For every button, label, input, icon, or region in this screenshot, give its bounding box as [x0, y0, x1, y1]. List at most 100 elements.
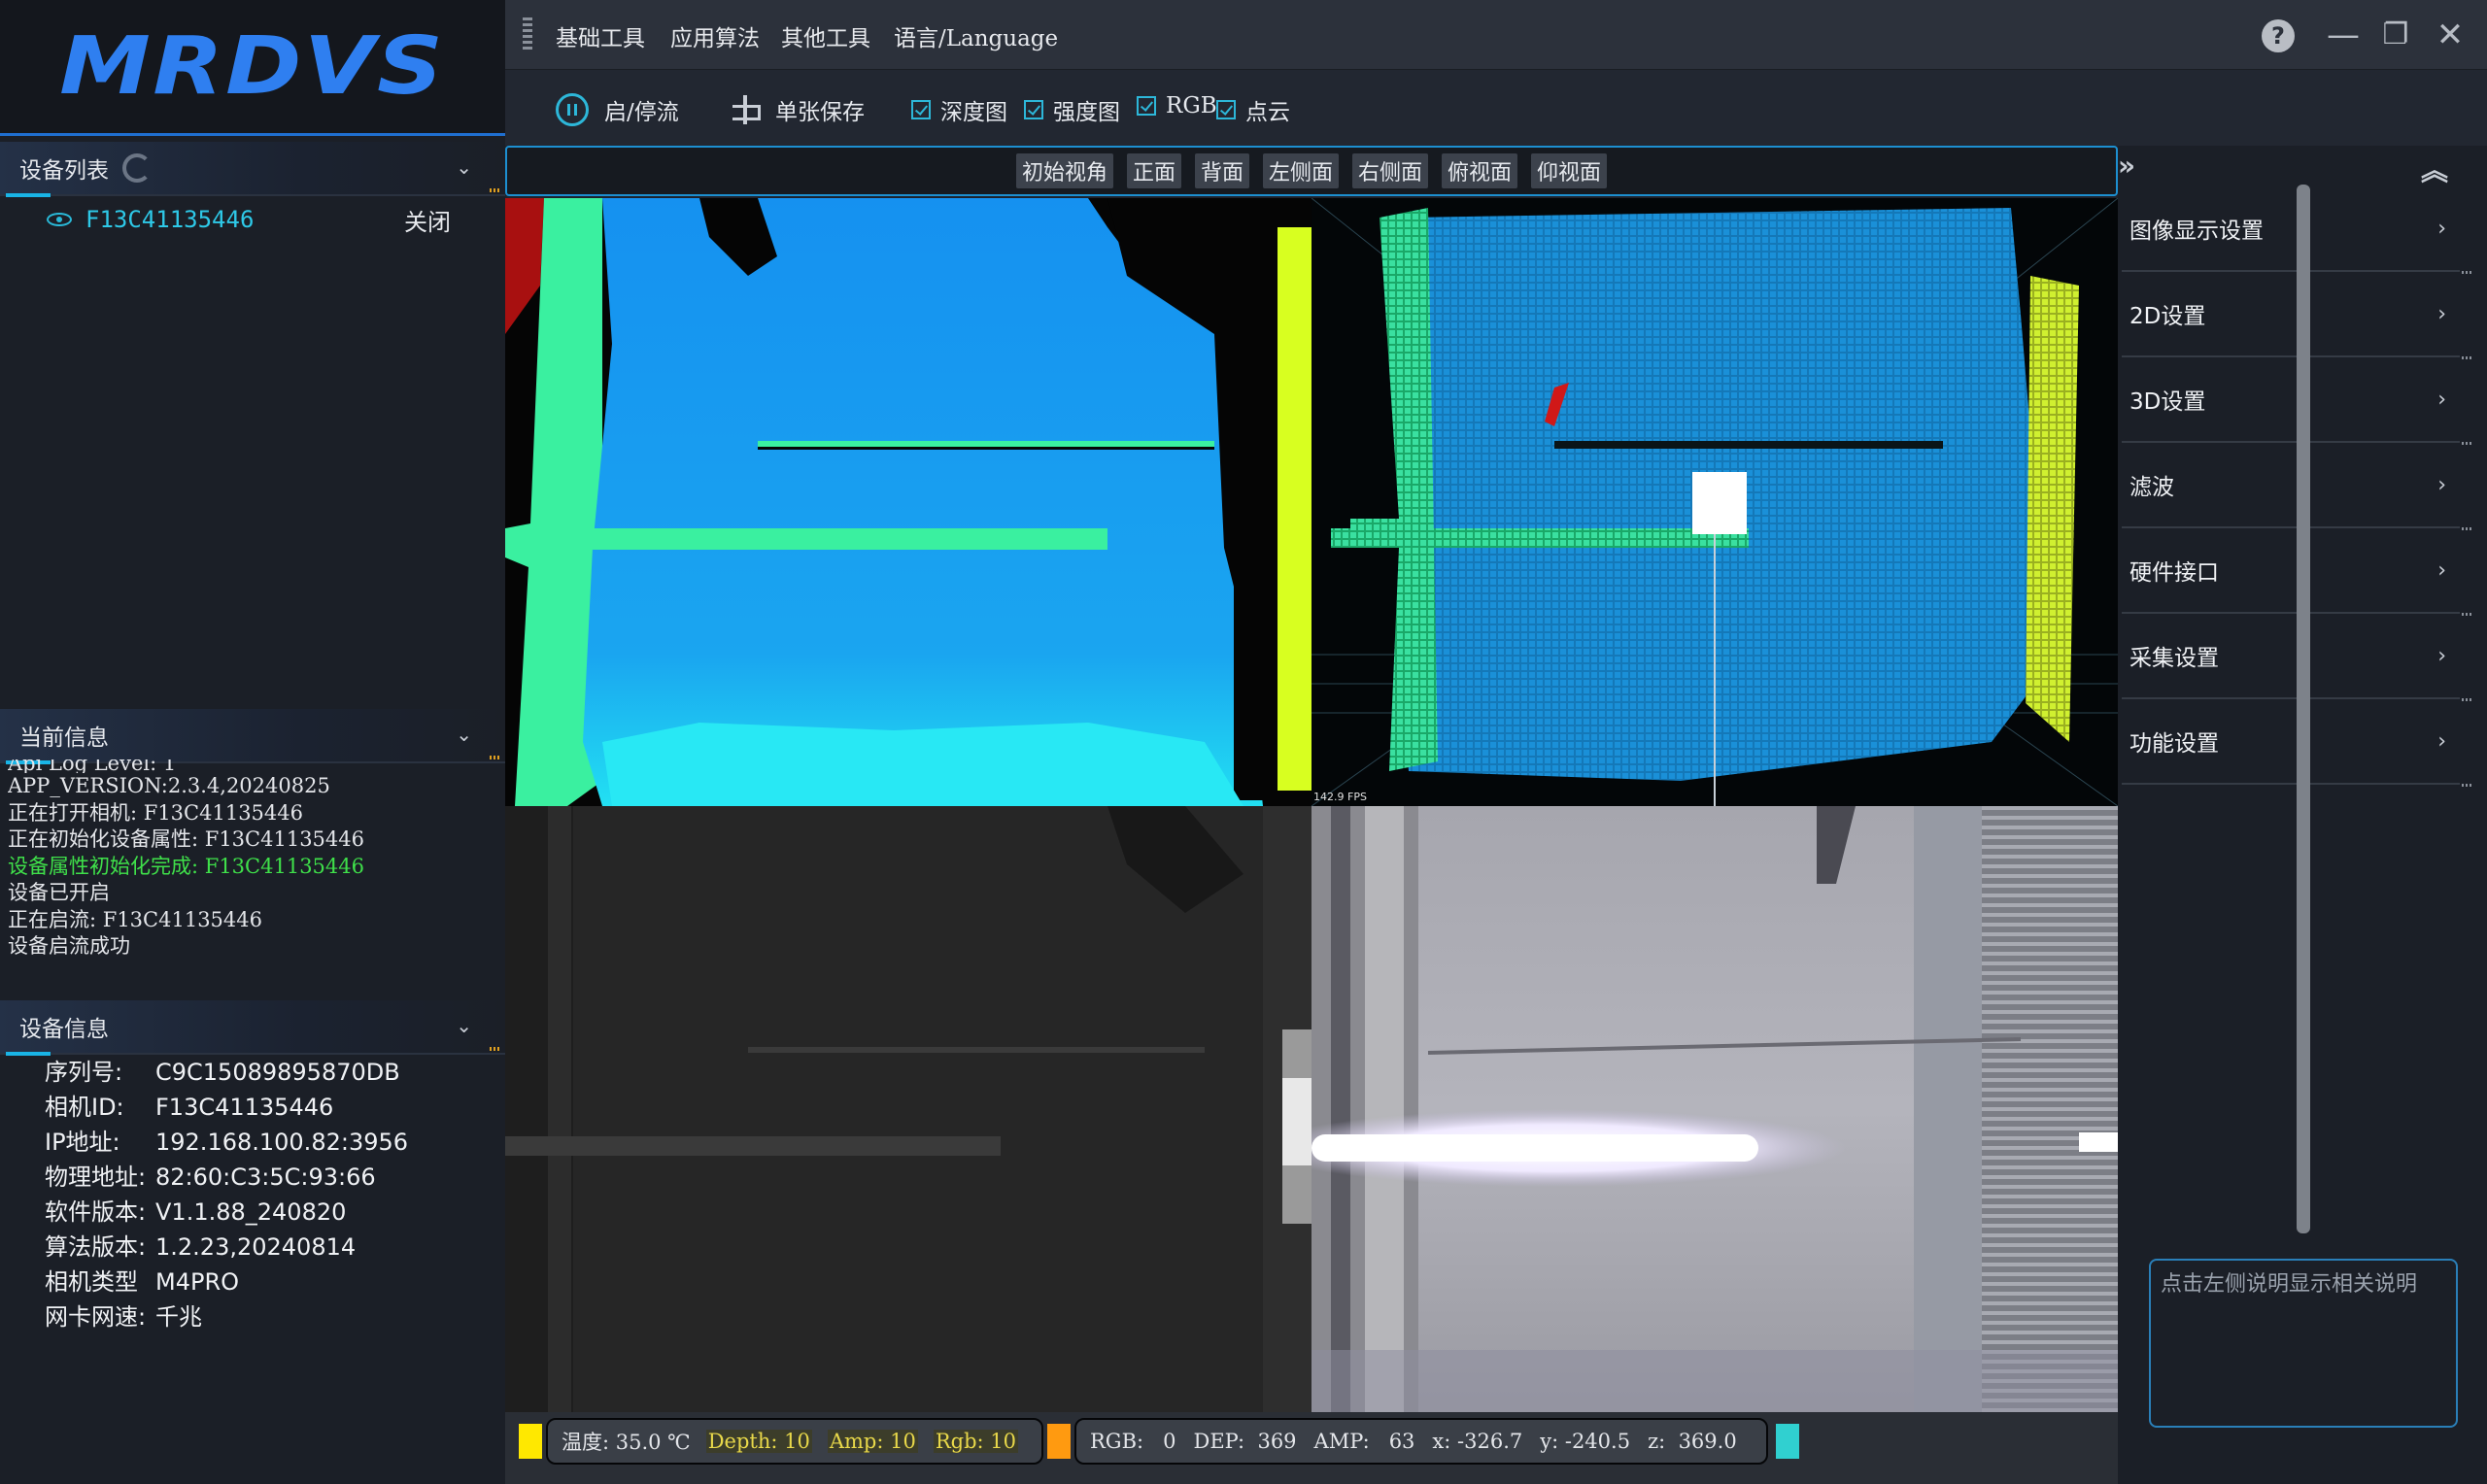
pointcloud-view[interactable]: 142.9 FPS: [1312, 198, 2118, 806]
chevron-down-icon[interactable]: ⌄: [456, 155, 472, 179]
view-top-button[interactable]: 俯视面: [1442, 153, 1518, 188]
device-info-key: 软件版本:: [45, 1198, 147, 1226]
resize-grip[interactable]: [490, 188, 501, 192]
item-grip: [2462, 698, 2471, 701]
menu-language[interactable]: 语言/Language: [894, 19, 1058, 52]
log-line: 正在打开相机: F13C41135446: [8, 800, 303, 825]
log-line: 设备属性初始化完成: F13C41135446: [8, 854, 364, 878]
device-list-header[interactable]: 设备列表 ⌄: [0, 142, 505, 197]
settings-item[interactable]: 2D设置 ›: [2122, 272, 2471, 359]
rgb-checkbox-label: RGB: [1166, 93, 1217, 118]
start-stop-button[interactable]: 启/停流: [556, 93, 679, 126]
device-info-value: V1.1.88_240820: [155, 1198, 347, 1226]
depth-checkbox-label: 深度图: [940, 100, 1007, 125]
device-info-key: 相机ID:: [45, 1094, 124, 1121]
single-save-label: 单张保存: [775, 100, 865, 125]
intensity-checkbox[interactable]: 强度图: [1024, 93, 1120, 126]
device-info-row: 网卡网速: 千兆: [45, 1299, 501, 1334]
device-list-title: 设备列表: [19, 158, 109, 184]
help-icon[interactable]: ?: [2262, 19, 2295, 52]
depth-fps: Depth: 10: [705, 1430, 812, 1453]
view-left-button[interactable]: 左侧面: [1262, 153, 1339, 188]
double-chevron-up-icon[interactable]: ︽: [2421, 150, 2448, 188]
chevron-right-icon: ›: [2437, 643, 2446, 668]
view-right-button[interactable]: 右侧面: [1352, 153, 1429, 188]
device-info-key: IP地址:: [45, 1129, 120, 1156]
chevron-right-icon: ›: [2437, 557, 2446, 583]
maximize-icon[interactable]: ❐: [2376, 16, 2415, 54]
device-info-key: 网卡网速:: [45, 1303, 147, 1331]
close-device-button[interactable]: 关闭: [404, 203, 451, 237]
log-line-partial: Api Log Level: 1: [8, 759, 177, 773]
settings-item[interactable]: 硬件接口 ›: [2122, 528, 2471, 616]
checkbox-checked-icon: [911, 100, 931, 119]
chevron-right-icon: ›: [2437, 301, 2446, 326]
current-info-header[interactable]: 当前信息 ⌄: [0, 709, 505, 764]
settings-item[interactable]: 3D设置 ›: [2122, 357, 2471, 445]
settings-item[interactable]: 功能设置 ›: [2122, 699, 2471, 787]
log-line: 正在启流: F13C41135446: [8, 907, 262, 931]
view-initial-button[interactable]: 初始视角: [1015, 153, 1113, 188]
save-icon: [731, 95, 761, 124]
checkbox-checked-icon: [1137, 96, 1156, 116]
view-bottom-button[interactable]: 仰视面: [1531, 153, 1608, 188]
settings-item-label: 滤波: [2129, 475, 2174, 500]
settings-item[interactable]: 图像显示设置 ›: [2122, 186, 2471, 274]
chevron-right-icon: ›: [2437, 387, 2446, 412]
chevron-down-icon[interactable]: ⌄: [456, 1014, 472, 1037]
refresh-icon[interactable]: [122, 153, 152, 183]
single-save-button[interactable]: 单张保存: [731, 93, 865, 126]
device-info-row: 相机类型 M4PRO: [45, 1265, 501, 1299]
view-front-button[interactable]: 正面: [1126, 153, 1181, 188]
rgb-image[interactable]: [1312, 806, 2118, 1412]
minimize-icon[interactable]: —: [2324, 16, 2363, 54]
log-line: 正在初始化设备属性: F13C41135446: [8, 827, 364, 851]
item-grip: [2462, 271, 2471, 274]
amp-pixel-value: AMP: 63: [1313, 1430, 1415, 1453]
depth-checkbox[interactable]: 深度图: [911, 93, 1007, 126]
start-stop-label: 启/停流: [604, 100, 679, 125]
pointcloud-checkbox-label: 点云: [1245, 100, 1290, 125]
device-info-table: 序列号: C9C15089895870DB 相机ID: F13C41135446 IP地…: [45, 1055, 501, 1334]
device-info-row: 序列号: C9C15089895870DB: [45, 1055, 501, 1090]
amp-fps: Amp: 10: [827, 1430, 918, 1453]
settings-scrollbar[interactable]: [2297, 185, 2310, 1233]
help-description-box[interactable]: 点击左侧说明显示相关说明: [2149, 1259, 2458, 1428]
status-color-yellow: [519, 1424, 542, 1459]
device-info-key: 算法版本:: [45, 1233, 147, 1261]
device-info-value: 82:60:C3:5C:93:66: [155, 1164, 376, 1191]
depth-image[interactable]: [505, 198, 1312, 806]
eye-icon[interactable]: [47, 213, 72, 226]
device-info-row: 物理地址: 82:60:C3:5C:93:66: [45, 1160, 501, 1195]
pixel-info-pill: RGB: 0 DEP: 369 AMP: 63 x: -326.7 y: -24…: [1074, 1418, 1768, 1465]
settings-item-label: 2D设置: [2129, 304, 2206, 329]
close-icon[interactable]: ✕: [2431, 16, 2470, 54]
menu-grip[interactable]: [523, 17, 532, 52]
menu-other-tools[interactable]: 其他工具: [781, 19, 870, 52]
temperature-value: 温度: 35.0 ℃: [562, 1431, 691, 1454]
settings-item[interactable]: 采集设置 ›: [2122, 614, 2471, 701]
intensity-image[interactable]: [505, 806, 1312, 1412]
x-coordinate: x: -326.7: [1432, 1430, 1523, 1453]
resize-grip[interactable]: [490, 1047, 501, 1051]
view-back-button[interactable]: 背面: [1194, 153, 1249, 188]
double-chevron-right-icon[interactable]: »: [2118, 150, 2135, 182]
device-info-value: 千兆: [155, 1303, 202, 1331]
device-info-header[interactable]: 设备信息 ⌄: [0, 1000, 505, 1056]
device-list-item[interactable]: F13C41135446 关闭: [47, 202, 494, 237]
menu-app-algorithms[interactable]: 应用算法: [670, 19, 760, 52]
settings-item[interactable]: 滤波 ›: [2122, 443, 2471, 530]
status-color-orange: [1047, 1424, 1071, 1459]
pointcloud-fps: 142.9 FPS: [1313, 791, 1367, 803]
device-info-key: 物理地址:: [45, 1164, 147, 1191]
pointcloud-render: 142.9 FPS: [1312, 198, 2118, 806]
chevron-down-icon[interactable]: ⌄: [456, 723, 472, 746]
section-accent: [6, 193, 51, 197]
rgb-checkbox[interactable]: RGB: [1137, 93, 1217, 118]
settings-item-label: 硬件接口: [2129, 560, 2219, 586]
pointcloud-checkbox[interactable]: 点云: [1216, 93, 1290, 126]
device-info-title: 设备信息: [19, 1017, 109, 1042]
fps-info-pill: 温度: 35.0 ℃ Depth: 10 Amp: 10 Rgb: 10: [546, 1418, 1043, 1465]
menu-basic-tools[interactable]: 基础工具: [556, 19, 645, 52]
log-output[interactable]: Api Log Level: 1 APP_VERSION:2.3.4,20240…: [8, 759, 498, 983]
